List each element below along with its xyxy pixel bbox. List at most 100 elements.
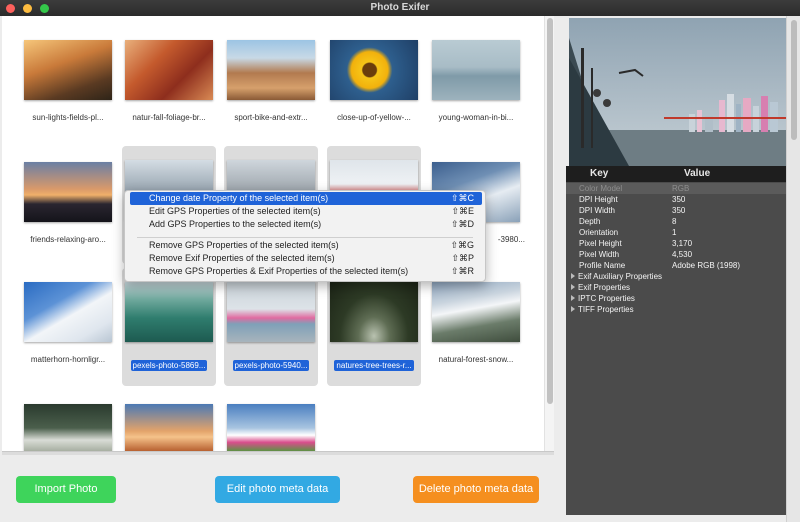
gallery-item-selected[interactable]: pexels-photo-5940... xyxy=(224,268,318,386)
disclosure-triangle-icon[interactable] xyxy=(571,273,575,279)
property-value: RGB xyxy=(672,184,690,193)
disclosure-triangle-icon[interactable] xyxy=(571,306,575,312)
property-key: Depth xyxy=(579,217,601,226)
property-group-exif-auxiliary[interactable]: Exif Auxiliary Properties xyxy=(566,271,786,282)
property-group-exif[interactable]: Exif Properties xyxy=(566,282,786,293)
property-group-iptc[interactable]: IPTC Properties xyxy=(566,293,786,304)
photo-caption: sport-bike-and-extr... xyxy=(234,113,308,122)
photo-thumbnail[interactable] xyxy=(330,40,418,100)
property-group-label: TIFF Properties xyxy=(578,305,634,314)
property-group-label: Exif Auxiliary Properties xyxy=(578,272,663,281)
gallery-item[interactable]: matterhorn-hornligr... xyxy=(21,276,115,394)
menu-item-shortcut: ⇧⌘E xyxy=(451,206,474,216)
menu-item-shortcut: ⇧⌘C xyxy=(450,193,474,203)
photo-thumbnail[interactable] xyxy=(227,40,315,100)
property-key: DPI Width xyxy=(579,206,616,215)
property-row[interactable]: DPI Width 350 xyxy=(566,205,786,216)
gallery-scrollbar-thumb[interactable] xyxy=(547,18,553,404)
menu-item-shortcut: ⇧⌘R xyxy=(450,266,474,276)
photo-thumbnail[interactable] xyxy=(125,404,213,451)
title-bar[interactable]: Photo Exifer xyxy=(0,0,800,16)
disclosure-triangle-icon[interactable] xyxy=(571,284,575,290)
gallery-item[interactable] xyxy=(21,398,115,451)
photo-thumbnail[interactable] xyxy=(432,282,520,342)
menu-item-remove-gps-and-exif[interactable]: Remove GPS Properties & Exif Properties … xyxy=(130,265,482,278)
app-window: Photo Exifer sun-lights-fields-pl... nat… xyxy=(0,0,800,522)
photo-caption: natures-tree-trees-r... xyxy=(334,360,414,371)
property-row[interactable]: Pixel Width 4,530 xyxy=(566,249,786,260)
gallery-scrollbar[interactable] xyxy=(544,16,554,451)
gallery-item[interactable] xyxy=(122,398,216,451)
menu-item-shortcut: ⇧⌘P xyxy=(451,253,474,263)
photo-thumbnail[interactable] xyxy=(432,40,520,100)
properties-header: Key Value xyxy=(566,166,786,182)
photo-preview xyxy=(569,18,786,166)
gallery-item[interactable]: sun-lights-fields-pl... xyxy=(21,34,115,152)
gallery-item[interactable]: friends-relaxing-aro... xyxy=(21,156,115,274)
property-row[interactable]: DPI Height 350 xyxy=(566,194,786,205)
photo-caption: pexels-photo-5940... xyxy=(232,360,310,371)
photo-caption: young-woman-in-bi... xyxy=(438,113,514,122)
property-value: Adobe RGB (1998) xyxy=(672,261,741,270)
property-row[interactable]: Orientation 1 xyxy=(566,227,786,238)
menu-item-label: Change date Property of the selected ite… xyxy=(149,193,329,203)
photo-caption: pexels-photo-5869... xyxy=(130,360,208,371)
gallery-item[interactable]: sport-bike-and-extr... xyxy=(224,34,318,152)
gallery-item[interactable] xyxy=(224,398,318,451)
disclosure-triangle-icon[interactable] xyxy=(571,295,575,301)
menu-item-label: Remove Exif Properties of the selected i… xyxy=(149,253,335,263)
photo-thumbnail[interactable] xyxy=(24,162,112,222)
value-column-header[interactable]: Value xyxy=(684,168,710,179)
photo-thumbnail[interactable] xyxy=(227,404,315,451)
property-row[interactable]: Color Model RGB xyxy=(566,183,786,194)
edit-meta-data-button[interactable]: Edit photo meta data xyxy=(215,476,340,503)
photo-thumbnail[interactable] xyxy=(330,282,418,342)
menu-item-edit-gps[interactable]: Edit GPS Properties of the selected item… xyxy=(130,205,482,218)
photo-thumbnail[interactable] xyxy=(125,282,213,342)
property-row[interactable]: Depth 8 xyxy=(566,216,786,227)
import-photo-button[interactable]: Import Photo xyxy=(16,476,116,503)
photo-caption: matterhorn-hornligr... xyxy=(30,355,106,364)
photo-caption: close-up-of-yellow-... xyxy=(337,113,411,122)
photo-thumbnail[interactable] xyxy=(24,404,112,451)
property-value: 8 xyxy=(672,217,677,226)
property-key: Orientation xyxy=(579,228,619,237)
side-pane-scrollbar[interactable] xyxy=(786,16,800,522)
gallery-item[interactable]: natural-forest-snow... xyxy=(429,276,523,394)
menu-item-remove-exif[interactable]: Remove Exif Properties of the selected i… xyxy=(130,252,482,265)
photo-thumbnail[interactable] xyxy=(24,282,112,342)
properties-table: Key Value Color Model RGB DPI Height 350… xyxy=(566,166,786,515)
preview-image xyxy=(569,18,786,166)
property-row[interactable]: Pixel Height 3,170 xyxy=(566,238,786,249)
property-value: 3,170 xyxy=(672,239,693,248)
photo-thumbnail[interactable] xyxy=(24,40,112,100)
gallery-item-selected[interactable]: natures-tree-trees-r... xyxy=(327,268,421,386)
property-group-label: Exif Properties xyxy=(578,283,631,292)
menu-item-remove-gps[interactable]: Remove GPS Properties of the selected it… xyxy=(130,239,482,252)
property-group-tiff[interactable]: TIFF Properties xyxy=(566,304,786,315)
property-key: Pixel Width xyxy=(579,250,620,259)
photo-thumbnail[interactable] xyxy=(125,40,213,100)
property-value: 350 xyxy=(672,195,686,204)
property-value: 4,530 xyxy=(672,250,693,259)
menu-item-change-date[interactable]: Change date Property of the selected ite… xyxy=(130,192,482,205)
side-pane-scrollbar-thumb[interactable] xyxy=(791,20,797,140)
photo-caption: sun-lights-fields-pl... xyxy=(32,113,104,122)
gallery-item[interactable]: close-up-of-yellow-... xyxy=(327,34,421,152)
photo-caption: -3980... xyxy=(497,235,525,244)
property-value: 1 xyxy=(672,228,677,237)
menu-separator xyxy=(137,237,473,238)
property-row[interactable]: Profile Name Adobe RGB (1998) xyxy=(566,260,786,271)
photo-thumbnail[interactable] xyxy=(227,282,315,342)
gallery-item[interactable]: young-woman-in-bi... xyxy=(429,34,523,152)
gallery-item[interactable]: natur-fall-foliage-br... xyxy=(122,34,216,152)
key-column-header[interactable]: Key xyxy=(590,168,608,179)
menu-item-label: Remove GPS Properties of the selected it… xyxy=(149,240,339,250)
delete-meta-data-button[interactable]: Delete photo meta data xyxy=(413,476,539,503)
menu-item-label: Add GPS Properties to the selected item(… xyxy=(149,219,322,229)
photo-caption: natural-forest-snow... xyxy=(438,355,514,364)
split-divider[interactable] xyxy=(2,451,554,455)
property-key: Pixel Height xyxy=(579,239,622,248)
gallery-item-selected[interactable]: pexels-photo-5869... xyxy=(122,268,216,386)
menu-item-add-gps[interactable]: Add GPS Properties to the selected item(… xyxy=(130,218,482,231)
